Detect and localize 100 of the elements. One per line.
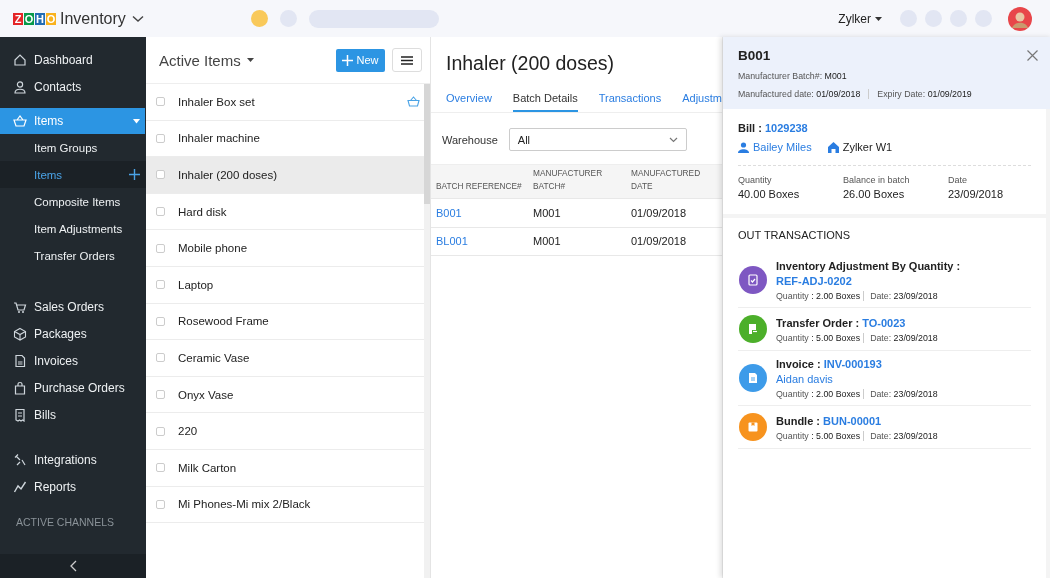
checkbox[interactable] (156, 353, 165, 363)
sidebar-item[interactable]: Invoices (0, 347, 146, 374)
plus-icon (342, 54, 354, 66)
transaction-link[interactable]: TO-0023 (862, 316, 906, 329)
checkbox[interactable] (156, 463, 165, 473)
sidebar-item[interactable]: Dashboard (0, 46, 146, 73)
close-icon (1027, 50, 1038, 61)
close-button[interactable] (1027, 50, 1038, 61)
document-icon (738, 314, 768, 344)
vendor-link[interactable]: Bailey Miles (753, 141, 812, 153)
checkbox[interactable] (156, 207, 165, 217)
sidebar-subitem[interactable]: Transfer Orders (0, 242, 146, 269)
warehouse-dropdown[interactable]: All (508, 128, 687, 151)
item-row[interactable]: Inhaler Box set (146, 84, 424, 121)
batch-detail: Manufactured date: 01/09/2018 (738, 89, 861, 99)
organization-menu[interactable]: Zylker (838, 11, 882, 26)
transaction-title: Invoice : INV-000193 (776, 357, 883, 372)
menu-button[interactable] (392, 48, 422, 72)
view-dropdown[interactable]: Active Items (159, 51, 254, 69)
item-row[interactable]: Hard disk (146, 193, 424, 231)
sidebar-item[interactable]: Packages (0, 320, 146, 347)
column-header: BATCH REFERENCE# (435, 179, 523, 192)
batch-detail: Manufacturer Batch#: M001 (738, 71, 847, 81)
checkbox[interactable] (156, 133, 165, 143)
chevron-left-icon (69, 560, 77, 572)
transaction-title: Bundle : BUN-00001 (776, 413, 883, 429)
sidebar-subitem[interactable]: Composite Items (0, 188, 146, 215)
sidebar-item[interactable]: Contacts (0, 73, 146, 100)
checkbox[interactable] (156, 426, 165, 436)
item-row[interactable]: Inhaler (200 doses) (146, 157, 424, 194)
item-row[interactable]: 220 (146, 413, 424, 450)
sidebar-item[interactable]: Integrations (0, 446, 146, 473)
date-text: Date: 23/09/2018 (870, 332, 938, 343)
checkbox[interactable] (156, 316, 165, 326)
basket-icon (13, 114, 27, 128)
quantity-text: Quantity : 5.00 Boxes (776, 430, 861, 441)
stat-label: Quantity (738, 175, 773, 185)
scrollbar-thumb[interactable] (424, 84, 430, 204)
stat-value: 26.00 Boxes (843, 188, 906, 200)
quantity-text: Quantity : 5.00 Boxes (776, 332, 861, 343)
transaction-link[interactable]: REF-ADJ-0202 (776, 275, 852, 287)
table-cell-text: 01/09/2018 (630, 205, 688, 221)
stat-label: Balance in batch (843, 175, 911, 185)
avatar (1008, 6, 1032, 31)
sidebar-subitem[interactable]: Item Groups (0, 134, 146, 161)
chevron-down-icon (131, 14, 144, 23)
tab[interactable]: Transactions (598, 92, 662, 112)
tab[interactable]: Adjustm (682, 92, 722, 112)
sidebar-item[interactable]: Reports (0, 473, 146, 500)
caret-icon (875, 16, 882, 21)
checkbox[interactable] (156, 280, 165, 290)
warehouse-name: Zylker W1 (842, 141, 893, 153)
receipt-icon (13, 407, 27, 422)
warehouse-icon (827, 141, 839, 153)
contact-link[interactable]: Aidan davis (776, 372, 1031, 387)
transaction-link[interactable]: BUN-00001 (823, 414, 882, 427)
tab[interactable]: Batch Details (512, 92, 578, 112)
person-icon (13, 79, 27, 94)
sidebar-subitem[interactable]: Items (0, 161, 146, 188)
checkbox[interactable] (156, 499, 165, 509)
chevron-down-icon (668, 136, 678, 143)
house-icon (13, 52, 27, 67)
sidebar-item[interactable]: Sales Orders (0, 293, 146, 320)
item-row[interactable]: Onyx Vase (146, 376, 424, 414)
checkbox[interactable] (156, 390, 165, 400)
checkbox[interactable] (156, 170, 165, 180)
bill-link[interactable]: 1029238 (764, 122, 808, 134)
cart-icon (13, 299, 27, 314)
checkbox[interactable] (156, 243, 165, 253)
item-row[interactable]: Mobile phone (146, 230, 424, 267)
person-icon (738, 141, 749, 153)
item-row[interactable]: Rosewood Frame (146, 303, 424, 341)
document-icon (738, 363, 768, 393)
item-row[interactable]: Mi Phones-Mi mix 2/Black (146, 486, 424, 524)
checkbox[interactable] (156, 97, 165, 107)
item-row[interactable]: Milk Carton (146, 449, 424, 487)
item-row[interactable]: Laptop (146, 266, 424, 304)
table-cell-text: M001 (532, 205, 562, 221)
transaction-title: Inventory Adjustment By Quantity : REF-ADJ-0202 (776, 259, 962, 289)
scrollbar[interactable] (424, 84, 430, 578)
sidebar-item[interactable]: Bills (0, 401, 146, 428)
document-icon (13, 353, 27, 368)
collapse-bar[interactable] (0, 554, 146, 578)
sidebar-subitem[interactable]: Item Adjustments (0, 215, 146, 242)
sidebar-item[interactable]: Purchase Orders (0, 374, 146, 401)
clipboard-icon (738, 265, 768, 295)
date-text: Date: 23/09/2018 (870, 291, 938, 301)
quantity-text: Quantity : 2.00 Boxes (776, 291, 861, 301)
field-label: Warehouse (442, 133, 498, 146)
quantity-text: Quantity : 2.00 Boxes (776, 389, 861, 399)
batch-link[interactable]: B001 (431, 199, 528, 227)
date-text: Date: 23/09/2018 (870, 430, 938, 441)
table-cell-text: M001 (532, 234, 562, 250)
logo: Z O H O Inventory (13, 9, 144, 28)
transaction-link[interactable]: INV-000193 (823, 358, 882, 370)
section-heading: ACTIVE CHANNELS (15, 516, 116, 528)
tab[interactable]: Overview (446, 92, 492, 112)
item-row[interactable]: Ceramic Vase (146, 340, 424, 377)
caret-icon (246, 58, 254, 62)
batch-link[interactable]: BL001 (431, 227, 528, 255)
